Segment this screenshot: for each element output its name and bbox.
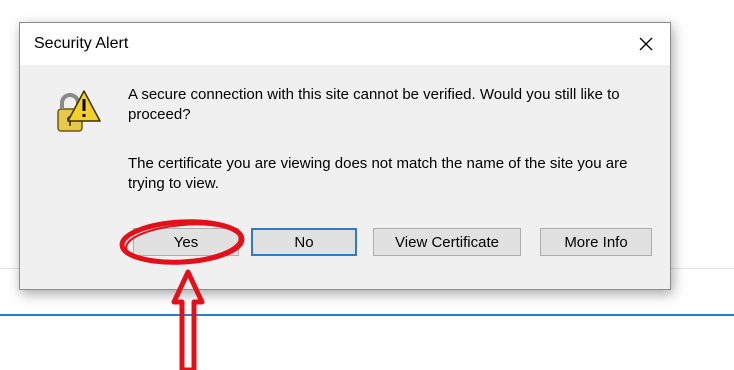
no-button[interactable]: No	[251, 228, 357, 256]
close-button[interactable]	[630, 29, 662, 59]
message-primary: A secure connection with this site canno…	[128, 86, 620, 123]
security-alert-dialog: Security Alert A secure connection with …	[19, 22, 671, 290]
security-lock-warning-icon	[50, 85, 102, 137]
view-certificate-button[interactable]: View Certificate	[373, 228, 521, 256]
dialog-title: Security Alert	[34, 35, 129, 52]
background-accent-line	[0, 314, 734, 316]
yes-button[interactable]: Yes	[133, 228, 239, 256]
more-info-button[interactable]: More Info	[540, 228, 652, 256]
close-icon	[639, 37, 653, 51]
message-secondary: The certificate you are viewing does not…	[128, 155, 628, 192]
dialog-titlebar: Security Alert	[20, 23, 670, 65]
